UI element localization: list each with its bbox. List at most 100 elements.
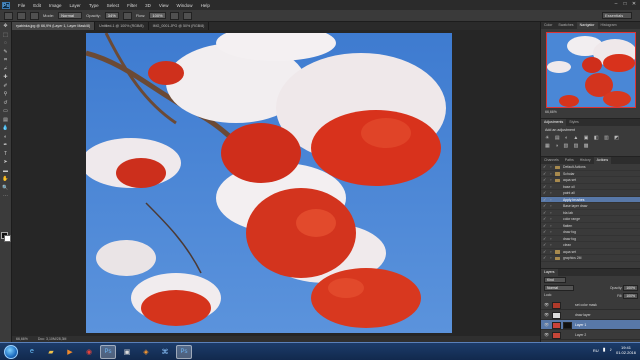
tab-styles[interactable]: Styles xyxy=(566,119,582,126)
gradient-tool-icon[interactable]: ▤ xyxy=(2,117,10,124)
more-tools-icon[interactable]: ⋯ xyxy=(2,193,10,200)
tab-histogram[interactable]: Histogram xyxy=(598,22,620,29)
media-icon[interactable]: ▶ xyxy=(62,345,78,359)
tab-paths[interactable]: Paths xyxy=(562,157,577,164)
dialog-toggle-icon[interactable]: ▫ xyxy=(550,236,551,241)
close-icon[interactable]: ✕ xyxy=(631,1,637,7)
toggle-item-icon[interactable]: ✓ xyxy=(543,249,547,254)
visibility-eye-icon[interactable]: 👁 xyxy=(544,323,549,327)
dialog-toggle-icon[interactable]: ▫ xyxy=(550,165,551,169)
dialog-toggle-icon[interactable]: ▫ xyxy=(550,178,551,182)
menu-edit[interactable]: Edit xyxy=(29,3,45,8)
dialog-toggle-icon[interactable]: ▫ xyxy=(550,197,551,202)
visibility-eye-icon[interactable]: 👁 xyxy=(544,333,549,337)
adjustment-icons-row[interactable]: ☀ ▤ ◐ ▲ ▣ ◧ ▥ ◩ xyxy=(541,134,640,142)
chrome-icon[interactable]: ◉ xyxy=(81,345,97,359)
tab-layers[interactable]: Layers xyxy=(541,269,558,276)
wmp-icon[interactable]: ◈ xyxy=(138,345,154,359)
eraser-tool-icon[interactable]: ▭ xyxy=(2,108,10,115)
tab-color[interactable]: Color xyxy=(541,22,555,29)
visibility-eye-icon[interactable]: 👁 xyxy=(544,303,549,307)
toggle-item-icon[interactable]: ✓ xyxy=(543,204,547,208)
dialog-toggle-icon[interactable]: ▫ xyxy=(550,184,551,189)
doc-tab-untitled[interactable]: Untitled-1 @ 100% (RGB/8) xyxy=(95,22,149,30)
folder-icon[interactable]: ▰ xyxy=(43,345,59,359)
layer-row[interactable]: 👁 Layer 1 xyxy=(541,320,640,330)
toggle-item-icon[interactable]: ✓ xyxy=(543,191,547,195)
visibility-eye-icon[interactable]: 👁 xyxy=(544,313,549,317)
menu-type[interactable]: Type xyxy=(85,3,103,8)
tab-adjustments[interactable]: Adjustments xyxy=(541,119,567,126)
zoom-tool-icon[interactable]: 🔍 xyxy=(2,185,10,192)
network-tray-icon[interactable]: ▮ xyxy=(603,347,606,353)
blend-mode-select[interactable]: Normal xyxy=(544,285,574,291)
dialog-toggle-icon[interactable]: ▫ xyxy=(550,249,551,254)
toggle-item-icon[interactable]: ✓ xyxy=(543,230,547,234)
menu-select[interactable]: Select xyxy=(103,3,124,8)
path-select-tool-icon[interactable]: ➤ xyxy=(2,159,10,166)
menu-view[interactable]: View xyxy=(155,3,173,8)
navigator-zoom-value[interactable]: 66,66% xyxy=(545,110,557,114)
toggle-item-icon[interactable]: ✓ xyxy=(543,256,547,260)
dialog-toggle-icon[interactable]: ▫ xyxy=(550,217,551,221)
menu-help[interactable]: Help xyxy=(197,3,214,8)
pen-tool-icon[interactable]: ✒ xyxy=(2,142,10,149)
ps-doc-icon[interactable]: Ps xyxy=(176,344,192,359)
healing-tool-icon[interactable]: ✚ xyxy=(2,74,10,81)
clone-stamp-tool-icon[interactable]: ⚲ xyxy=(2,91,10,98)
adjustment-icons-row-2[interactable]: ▦ ◑ ▧ ▨ ▩ xyxy=(541,142,640,150)
dodge-tool-icon[interactable]: ◐ xyxy=(2,134,10,141)
menu-layer[interactable]: Layer xyxy=(66,3,85,8)
layer-row[interactable]: 👁 Layer 2 xyxy=(541,330,640,340)
toggle-item-icon[interactable]: ✓ xyxy=(543,223,547,228)
toggle-item-icon[interactable]: ✓ xyxy=(543,178,547,182)
image-viewer-icon[interactable]: ▣ xyxy=(119,345,135,359)
menu-3d[interactable]: 3D xyxy=(141,3,155,8)
layers-kind-filter[interactable]: Kind xyxy=(544,277,566,283)
doc-tab-ryabinka[interactable]: ryabinka.jpg @ 66,9% (Layer 1, Layer Mas… xyxy=(12,22,96,30)
brush-size-icon[interactable] xyxy=(17,11,26,20)
layer-row[interactable]: 👁 draw layer xyxy=(541,310,640,320)
menu-filter[interactable]: Filter xyxy=(123,3,141,8)
dialog-toggle-icon[interactable]: ▫ xyxy=(550,171,551,176)
tab-history[interactable]: History xyxy=(577,157,594,164)
pressure-opacity-icon[interactable] xyxy=(122,11,132,20)
toggle-item-icon[interactable]: ✓ xyxy=(543,210,547,215)
dialog-toggle-icon[interactable]: ▫ xyxy=(550,256,551,260)
lasso-tool-icon[interactable]: ◌ xyxy=(2,40,10,47)
shape-tool-icon[interactable]: ▬ xyxy=(2,168,10,175)
flow-field[interactable]: 100% xyxy=(149,12,166,19)
dialog-toggle-icon[interactable]: ▫ xyxy=(550,191,551,195)
dialog-toggle-icon[interactable]: ▫ xyxy=(550,204,551,208)
dialog-toggle-icon[interactable]: ▫ xyxy=(550,230,551,234)
photoshop-icon[interactable]: Ps xyxy=(100,344,116,359)
navigator-thumbnail[interactable] xyxy=(546,32,636,108)
toggle-item-icon[interactable]: ✓ xyxy=(543,165,547,169)
dialog-toggle-icon[interactable]: ▫ xyxy=(550,210,551,215)
tab-channels[interactable]: Channels xyxy=(541,157,562,164)
menu-window[interactable]: Window xyxy=(173,3,197,8)
minimize-icon[interactable]: – xyxy=(613,1,619,7)
opacity-field[interactable]: 34% xyxy=(104,12,119,19)
marquee-tool-icon[interactable]: ⬚ xyxy=(2,32,10,39)
start-button[interactable] xyxy=(4,344,18,359)
menu-image[interactable]: Image xyxy=(45,3,66,8)
volume-icon[interactable]: ♪ xyxy=(609,347,612,353)
action-row[interactable]: ✓ ▫ graphics 2M xyxy=(541,255,640,262)
tab-navigator[interactable]: Navigator xyxy=(576,22,598,29)
pressure-size-icon[interactable] xyxy=(182,11,192,20)
network-icon[interactable]: ⌘ xyxy=(157,345,173,359)
type-tool-icon[interactable]: T xyxy=(2,151,10,158)
layer-opacity-field[interactable]: 100% xyxy=(623,285,638,291)
move-tool-icon[interactable]: ✥ xyxy=(2,23,10,30)
brush-panel-icon[interactable] xyxy=(30,11,39,20)
workspace-select[interactable]: Essentials xyxy=(602,12,632,19)
document-canvas[interactable] xyxy=(86,33,452,333)
toggle-item-icon[interactable]: ✓ xyxy=(543,236,547,241)
tab-actions[interactable]: Actions xyxy=(593,157,612,164)
toggle-item-icon[interactable]: ✓ xyxy=(543,171,547,176)
eyedropper-tool-icon[interactable]: ⌿ xyxy=(2,66,10,73)
toggle-item-icon[interactable]: ✓ xyxy=(543,184,547,189)
clock[interactable]: 19:41 01.02.2016 xyxy=(616,345,636,355)
airbrush-icon[interactable] xyxy=(169,11,179,20)
